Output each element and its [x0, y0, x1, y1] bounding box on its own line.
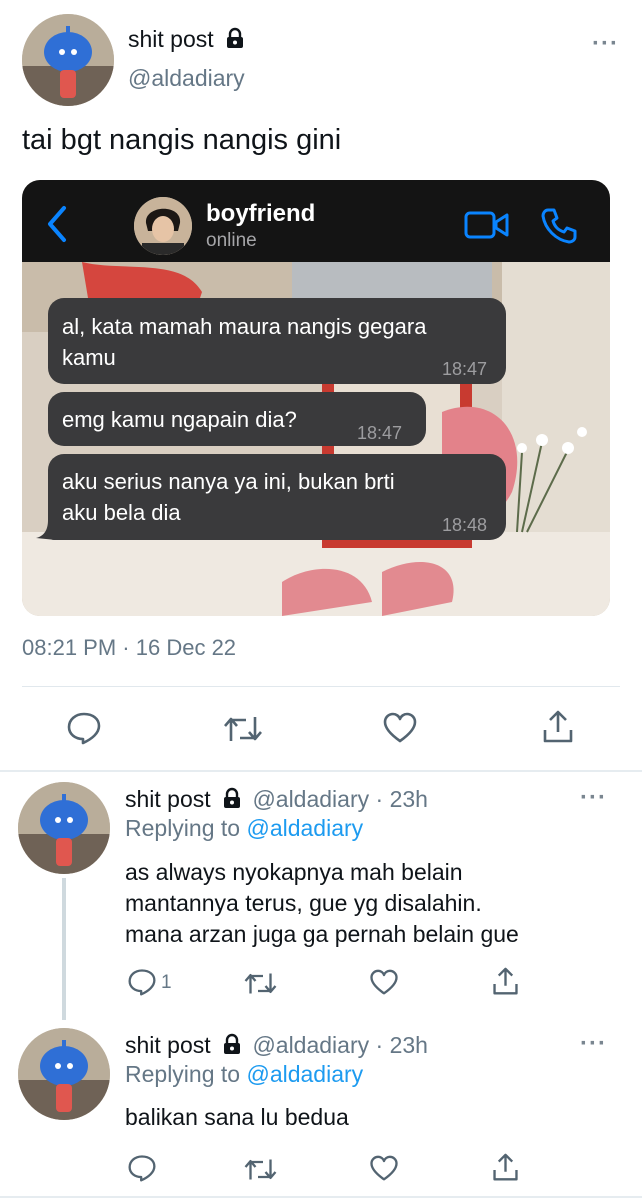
contact-avatar[interactable]	[134, 197, 192, 255]
more-icon[interactable]: ···	[580, 784, 607, 812]
share-icon[interactable]	[492, 1153, 519, 1182]
more-icon[interactable]: ···	[592, 30, 619, 58]
reply-count: 1	[161, 972, 172, 993]
reply-icon[interactable]	[66, 711, 102, 745]
reply-text: balikan sana lu bedua	[125, 1104, 349, 1130]
chat-message: emg kamu ngapain dia? 18:47	[48, 392, 426, 446]
reply-avatar[interactable]	[18, 782, 110, 874]
reply-display-name[interactable]: shit post	[125, 786, 211, 812]
more-icon[interactable]: ···	[580, 1030, 607, 1058]
lock-icon	[227, 27, 244, 48]
retweet-icon[interactable]	[243, 1157, 278, 1182]
reply-text: as always nyokapnya mah belain mantannya…	[125, 859, 519, 947]
replying-to: Replying to @aldadiary	[125, 1061, 364, 1087]
divider	[22, 686, 620, 687]
section-separator	[0, 770, 642, 772]
contact-name: boyfriend	[206, 200, 316, 227]
chat-header	[22, 180, 610, 262]
reply-icon[interactable]	[127, 1154, 157, 1182]
replying-to: Replying to @aldadiary	[125, 815, 364, 841]
chat-message: aku serius nanya ya ini, bukan brti aku …	[48, 454, 506, 540]
main-handle[interactable]: @aldadiary	[128, 65, 245, 92]
reply-icon[interactable]	[127, 968, 157, 996]
chat-message: al, kata mamah maura nangis gegara kamu …	[48, 298, 506, 384]
video-call-icon[interactable]	[464, 210, 510, 240]
reply-avatar[interactable]	[18, 1028, 110, 1120]
phone-icon[interactable]	[540, 207, 578, 245]
tweet-timestamp[interactable]: 08:21 PM · 16 Dec 22	[22, 635, 236, 661]
bottom-divider	[0, 1196, 642, 1198]
reply-handle[interactable]: @aldadiary	[252, 786, 369, 812]
thread-line	[62, 878, 66, 1020]
tweet-text: tai bgt nangis nangis gini	[22, 124, 342, 156]
replying-to-link[interactable]: @aldadiary	[246, 1061, 363, 1087]
attached-image[interactable]: boyfriend online al, kata mamah maura na…	[22, 180, 610, 616]
replying-to-link[interactable]: @aldadiary	[246, 815, 363, 841]
retweet-icon[interactable]	[222, 714, 264, 744]
like-icon[interactable]	[369, 969, 399, 996]
chevron-left-icon[interactable]	[44, 204, 70, 244]
share-icon[interactable]	[492, 967, 519, 996]
reply-time[interactable]: · 23h	[376, 786, 428, 812]
reply-header: shit post @aldadiary · 23h	[125, 786, 428, 813]
reply-display-name[interactable]: shit post	[125, 1032, 211, 1058]
like-icon[interactable]	[382, 712, 418, 744]
share-icon[interactable]	[542, 710, 574, 744]
lock-icon	[224, 1033, 241, 1054]
reply-time[interactable]: · 23h	[376, 1032, 428, 1058]
like-icon[interactable]	[369, 1155, 399, 1182]
retweet-icon[interactable]	[243, 971, 278, 996]
main-display-name[interactable]: shit post	[128, 26, 245, 53]
reply-handle[interactable]: @aldadiary	[252, 1032, 369, 1058]
contact-status: online	[206, 230, 257, 251]
lock-icon	[224, 787, 241, 808]
main-avatar[interactable]	[22, 14, 114, 106]
reply-header: shit post @aldadiary · 23h	[125, 1032, 428, 1059]
bubble-tail	[36, 520, 56, 540]
